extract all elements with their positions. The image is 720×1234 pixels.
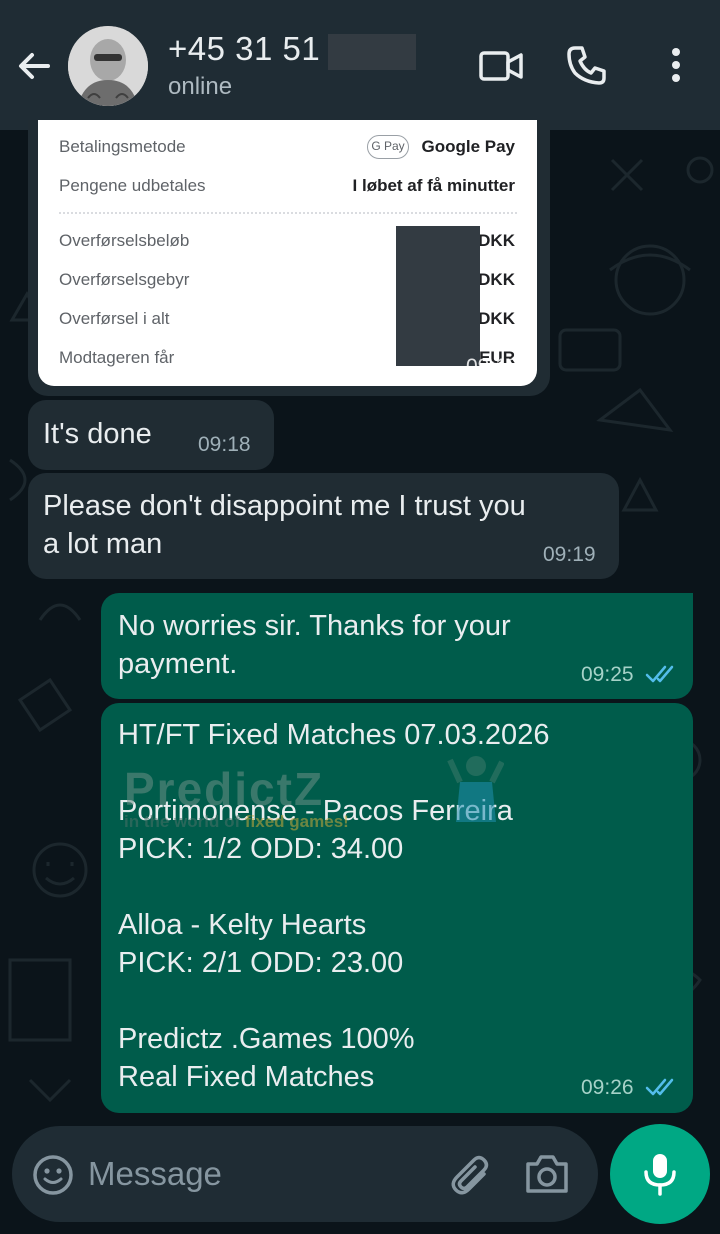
message-time: 09:26	[581, 1076, 634, 1099]
receipt-divider	[59, 212, 517, 214]
message-time: 09:19	[543, 543, 596, 566]
contact-status: online	[168, 73, 233, 100]
redacted-number	[328, 34, 416, 70]
watermark-brand: PredictZ	[124, 763, 325, 815]
contact-avatar[interactable]	[68, 26, 148, 106]
receipt-image[interactable]: Betalingsmetode G Pay Google Pay Pengene…	[38, 120, 537, 386]
receipt-value: DKK	[478, 270, 515, 289]
receipt-label: Modtageren får	[59, 348, 175, 367]
receipt-value: Google Pay	[421, 137, 515, 156]
outgoing-message-bubble[interactable]: No worries sir. Thanks for your payment.…	[101, 593, 693, 699]
receipt-label: Overførsel i alt	[59, 309, 170, 328]
message-time: 09:18	[466, 355, 519, 378]
receipt-label: Pengene udbetales	[59, 176, 206, 195]
contact-name[interactable]: +45 31 51	[168, 30, 320, 68]
voice-record-button[interactable]	[610, 1124, 710, 1224]
double-check-icon	[645, 1078, 674, 1096]
phone-icon[interactable]	[566, 44, 608, 86]
emoji-icon[interactable]	[32, 1154, 74, 1196]
message-time: 09:18	[198, 433, 251, 456]
back-arrow-icon[interactable]	[14, 46, 54, 86]
message-time: 09:25	[581, 663, 634, 686]
receipt-value: DKK	[478, 231, 515, 250]
double-check-icon	[645, 665, 674, 683]
video-call-icon[interactable]	[478, 46, 524, 86]
camera-icon[interactable]	[524, 1152, 570, 1196]
google-pay-icon: G Pay	[367, 135, 409, 159]
message-text: Please don't disappoint me I trust you a…	[43, 490, 526, 560]
predictz-watermark: PredictZ in the world of fixed games!	[120, 750, 506, 850]
message-input[interactable]	[88, 1148, 428, 1200]
incoming-message-bubble[interactable]: Please don't disappoint me I trust you a…	[28, 473, 619, 579]
receipt-label: Betalingsmetode	[59, 137, 186, 156]
receipt-label: Overførselsbeløb	[59, 231, 190, 250]
mic-icon	[644, 1154, 676, 1196]
incoming-message-bubble[interactable]: It's done 09:18	[28, 400, 274, 470]
receipt-value: DKK	[478, 309, 515, 328]
player-figure-icon	[447, 756, 504, 822]
receipt-label: Overførselsgebyr	[59, 270, 190, 289]
redacted-amounts	[396, 226, 480, 366]
more-vert-icon[interactable]	[664, 44, 688, 86]
chat-header: +45 31 51 online	[0, 0, 720, 130]
receipt-value: I løbet af få minutter	[352, 176, 515, 195]
watermark-tagline-highlight: fixed games!	[244, 812, 349, 831]
attach-icon[interactable]	[448, 1152, 494, 1198]
message-text: It's done	[43, 418, 152, 450]
watermark-tagline-prefix: in the world of	[124, 812, 241, 831]
watermark-tagline: in the world of fixed games!	[124, 812, 349, 832]
